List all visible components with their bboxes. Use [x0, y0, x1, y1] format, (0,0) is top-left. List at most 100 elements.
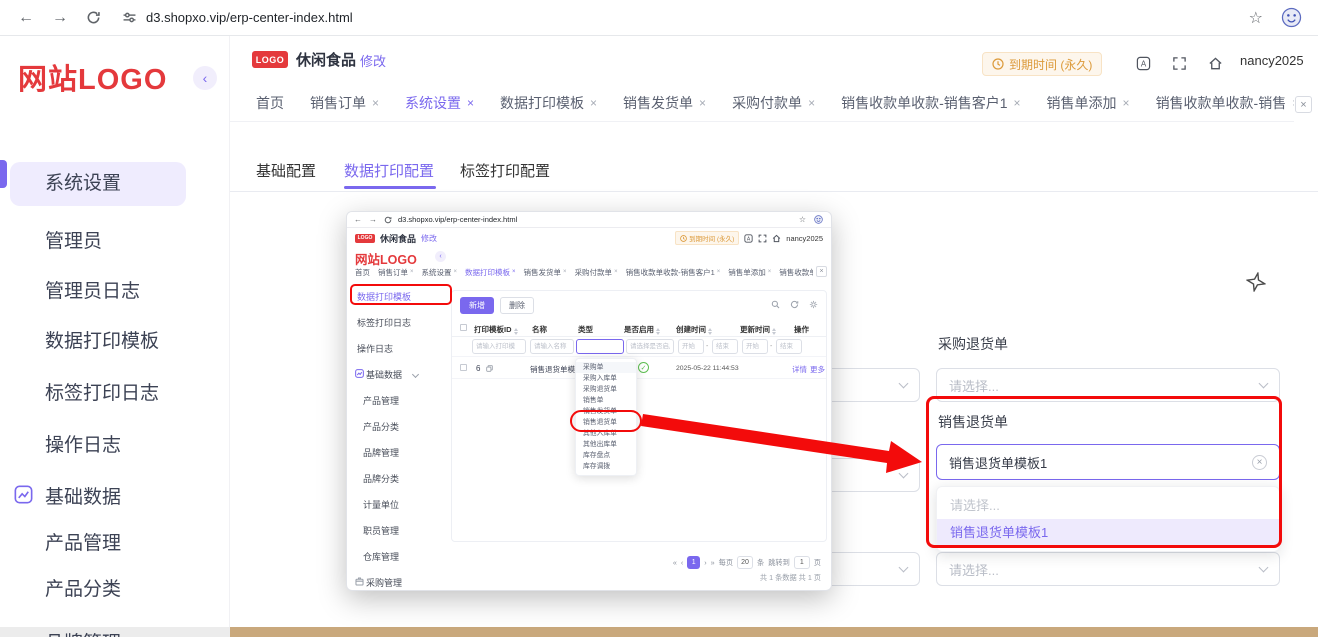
store-name: 休闲食品 [296, 52, 357, 69]
sidebar-item-staff-management: 职员管理 [363, 526, 400, 536]
inner-table-card: 新增 删除 打印模板ID 名称 类型 是否启用 创建时间 更新时间 操作 请输入… [451, 290, 827, 542]
type-option: 采购单 [576, 362, 636, 373]
chevron-down-icon [1258, 378, 1269, 388]
row-checkbox [460, 364, 467, 371]
home-icon [772, 234, 781, 243]
tab-data-print-template[interactable]: 数据打印模板 × [500, 93, 597, 113]
tab-home: 首页 [355, 267, 370, 277]
tab-sales-order[interactable]: 销售订单 × [310, 93, 379, 113]
dropdown-option-placeholder[interactable]: 请选择... [937, 492, 1279, 519]
sidebar-group-basic-data: 基础数据 [366, 370, 403, 380]
close-icon[interactable]: × [467, 96, 474, 110]
sidebar-item-system-settings[interactable]: 系统设置 [10, 162, 186, 206]
table-header-row: 打印模板ID 名称 类型 是否启用 创建时间 更新时间 操作 [452, 319, 826, 337]
bookmark-star-icon[interactable]: ☆ [1249, 8, 1263, 28]
url-text[interactable]: d3.shopxo.vip/erp-center-index.html [146, 10, 353, 25]
last-page-icon: » [710, 558, 715, 567]
profile-avatar[interactable] [1281, 7, 1302, 28]
tab-sales-receipt[interactable]: 销售收款单收款-销售× [1156, 93, 1294, 113]
refresh-icon[interactable] [86, 10, 101, 25]
back-icon[interactable]: ← [18, 9, 34, 26]
tab-home[interactable]: 首页 [256, 93, 284, 113]
tab-data-print-template: 数据打印模板 × [465, 267, 516, 277]
copy-icon [486, 365, 493, 372]
per-page-select: 20 [737, 556, 754, 569]
close-icon[interactable]: × [808, 96, 815, 110]
username[interactable]: nancy2025 [1240, 53, 1304, 68]
sales-return-label: 销售退货单 [938, 414, 1008, 430]
col-name: 名称 [532, 325, 547, 334]
sort-icon [656, 328, 660, 335]
type-option: 其他出库单 [583, 441, 617, 448]
tab-sales-receipt-customer1[interactable]: 销售收款单收款-销售客户1 × [841, 93, 1020, 113]
first-page-icon: « [672, 558, 677, 567]
tab-sales-delivery[interactable]: 销售发货单 × [623, 93, 706, 113]
embedded-screenshot: ← → d3.shopxo.vip/erp-center-index.html … [346, 211, 832, 591]
close-icon[interactable]: × [1123, 96, 1130, 110]
tab-sales-order-add[interactable]: 销售单添加 × [1047, 93, 1130, 113]
updated-end-input [776, 339, 802, 354]
chevron-down-icon [1258, 562, 1269, 572]
close-icon[interactable]: × [1014, 96, 1021, 110]
sidebar-item-brand-management[interactable]: 品牌管理 [45, 628, 121, 637]
type-option: 库存调拨 [583, 463, 611, 470]
page-tabbar: 首页 销售订单 × 系统设置 × 数据打印模板 × 销售发货单 × 采购付款单 × 销售收… [230, 84, 1294, 122]
tab-purchase-payment: 采购付款单 × [574, 267, 618, 277]
type-filter-select [576, 339, 624, 354]
close-icon[interactable]: × [590, 96, 597, 110]
other-select[interactable]: 请选择... [936, 552, 1280, 586]
type-option: 库存盘点 [583, 452, 611, 459]
add-button: 新增 [460, 297, 494, 314]
clear-icon[interactable]: × [1252, 454, 1267, 470]
sidebar-item-product-management[interactable]: 产品管理 [45, 528, 121, 555]
purchase-return-select[interactable]: 请选择... [936, 368, 1280, 402]
language-icon[interactable]: A [1136, 56, 1151, 71]
sidebar-drag-handle[interactable] [0, 160, 7, 188]
forward-icon: → [369, 214, 377, 224]
sidebar-item-admin[interactable]: 管理员 [45, 226, 102, 253]
store-edit-link[interactable]: 修改 [360, 51, 386, 70]
sidebar-item-operation-log: 操作日志 [357, 344, 394, 354]
site-info-icon[interactable] [123, 11, 136, 24]
close-icon[interactable]: × [372, 96, 379, 110]
gear-icon [809, 300, 818, 309]
close-all-tabs-icon: × [816, 266, 827, 277]
next-page-icon: › [704, 558, 707, 567]
tab-system-settings[interactable]: 系统设置 × [405, 93, 474, 113]
forward-icon[interactable]: → [52, 9, 68, 26]
close-all-tabs-icon[interactable]: × [1295, 96, 1312, 113]
sort-icon [708, 328, 712, 335]
site-logo: 网站LOGO [18, 64, 168, 96]
close-icon[interactable]: × [1292, 96, 1294, 110]
sidebar-group-basic-data[interactable]: 基础数据 [45, 482, 121, 509]
row-id: 6 [476, 364, 481, 373]
sidebar-item-label-print-log: 标签打印日志 [357, 318, 412, 328]
config-tab-basic[interactable]: 基础配置 [256, 160, 316, 181]
sidebar-item-brand-management: 品牌管理 [363, 448, 400, 458]
svg-text:A: A [747, 236, 751, 242]
detail-link: 详情 [792, 365, 807, 374]
inner-browser-toolbar: ← → d3.shopxo.vip/erp-center-index.html … [347, 212, 831, 228]
sidebar-item-data-print-template[interactable]: 数据打印模板 [45, 326, 159, 353]
store-logo-badge: LOGO [252, 51, 288, 68]
config-tab-data-print[interactable]: 数据打印配置 [344, 160, 434, 181]
sidebar-item-operation-log[interactable]: 操作日志 [45, 430, 121, 457]
table-row: 6 销售退货单模板1 ✓ 2025-05-22 11:44:53 详情 更多 [452, 357, 826, 379]
dropdown-option-selected[interactable]: 销售退货单模板1 [937, 519, 1279, 546]
sidebar-collapse-button[interactable]: ‹ [193, 66, 217, 90]
chart-icon [355, 369, 364, 378]
config-tab-label-print[interactable]: 标签打印配置 [460, 160, 550, 181]
close-icon[interactable]: × [699, 96, 706, 110]
home-icon[interactable] [1208, 56, 1223, 71]
sidebar-item-label-print-log[interactable]: 标签打印日志 [45, 378, 159, 405]
store-name: 休闲食品 [380, 233, 417, 244]
sidebar-collapse-button: ‹ [435, 251, 446, 262]
col-enabled: 是否启用 [624, 324, 660, 335]
sales-return-select[interactable]: 销售退货单模板1 × [936, 444, 1280, 480]
sidebar-item-admin-log[interactable]: 管理员日志 [45, 276, 140, 303]
delete-button: 删除 [500, 297, 534, 314]
prev-page-icon: ‹ [680, 558, 684, 567]
tab-purchase-payment[interactable]: 采购付款单 × [732, 93, 815, 113]
fullscreen-icon[interactable] [1172, 56, 1187, 71]
sidebar-item-product-category[interactable]: 产品分类 [45, 574, 121, 601]
